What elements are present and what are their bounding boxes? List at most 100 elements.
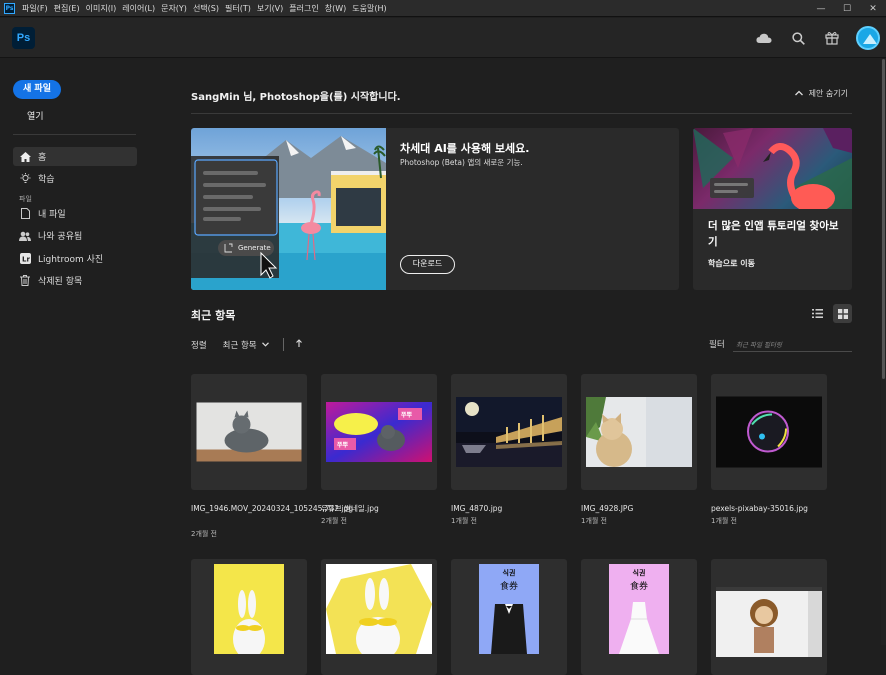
sort-value: 최근 항목 [222,340,257,351]
recent-title: 최근 항목 [191,309,236,322]
file-date: 1개월 전 [581,517,607,525]
go-to-learn-link[interactable]: 학습으로 이동 [708,258,755,269]
app-header: Ps [0,18,886,58]
gift-icon[interactable] [822,28,842,48]
trash-icon [19,275,31,287]
tutorial-image [693,128,852,209]
menu-image[interactable]: 이미지(I) [83,3,120,14]
divider [191,113,852,114]
banner-subtitle: Photoshop (Beta) 앱의 새로운 기능. [400,158,523,167]
sidebar-item-deleted[interactable]: 삭제된 항목 [13,271,137,290]
close-button[interactable]: ✕ [860,0,886,17]
sidebar-item-my-files[interactable]: 내 파일 [13,204,137,223]
tutorial-title: 더 많은 인앱 튜토리얼 찾아보기 [708,220,839,248]
lightbulb-icon [19,172,31,185]
sort-label: 정렬 [191,340,207,351]
file-name[interactable]: pexels-pixabay-35016.jpg [711,503,829,515]
sidebar-divider [13,134,136,135]
file-name[interactable]: IMG_4870.jpg [451,503,569,515]
sidebar-item-label: 나와 공유됨 [38,232,83,242]
file-thumbnail [716,396,822,468]
sidebar-item-learn[interactable]: 학습 [13,169,137,188]
sidebar: 새 파일 열기 홈 학습 파일 내 파일 나와 공유됨 Lr Lightroom… [0,59,150,645]
thumb-text: 쭈뿌 [337,442,349,449]
page-title: SangMin 님, Photoshop을(를) 시작합니다. [191,92,401,103]
menu-view[interactable]: 보기(V) [254,3,286,14]
photoshop-logo[interactable]: Ps [12,27,35,49]
svg-text:Lr: Lr [22,256,30,264]
home-main: SangMin 님, Photoshop을(를) 시작합니다. 제안 숨기기 G… [150,59,886,675]
recent-file-card[interactable] [451,374,567,490]
thumb-text: 쭈뿌 [401,412,413,419]
file-thumbnail [586,397,692,467]
sort-direction-icon[interactable] [295,339,302,350]
file-thumbnail: 식권 食券 [609,564,669,654]
filter-label: 필터 [709,340,725,350]
recent-file-card[interactable] [191,374,307,490]
recent-file-card[interactable] [711,374,827,490]
grid-view-button[interactable] [833,304,852,323]
recent-file-card[interactable] [321,559,437,675]
sidebar-item-lightroom[interactable]: Lr Lightroom 사진 [13,249,137,268]
open-button[interactable]: 열기 [27,109,44,122]
lightroom-icon: Lr [19,253,31,265]
recent-file-card[interactable]: 쭈뿌 쭈뿌 [321,374,437,490]
sidebar-item-label: 삭제된 항목 [38,277,83,287]
file-thumbnail [716,587,822,657]
minimize-button[interactable]: — [808,0,834,17]
thumb-text: 食券 [499,582,518,592]
recent-file-card[interactable]: 식권 食券 [581,559,697,675]
menu-plugins[interactable]: 플러그인 [286,3,321,14]
download-button[interactable]: 다운로드 [400,255,455,274]
file-thumbnail: 쭈뿌 쭈뿌 [326,402,432,462]
menu-help[interactable]: 도움말(H) [349,3,389,14]
avatar[interactable] [856,26,880,50]
menu-file[interactable]: 파일(F) [19,3,51,14]
thumb-text: 식권 [632,569,646,577]
sort-dropdown[interactable]: 최근 항목 [223,339,269,351]
home-icon [19,151,31,163]
menu-window[interactable]: 창(W) [322,3,350,14]
file-thumbnail [214,564,284,659]
file-name[interactable]: 유튜브 썸네일.jpg [321,503,439,515]
scrollbar-thumb[interactable] [882,59,885,379]
recent-file-card[interactable]: 식권 食券 [451,559,567,675]
banner-image: Generate [191,128,386,290]
photoshop-mini-icon: Ps [4,2,15,14]
list-view-button[interactable] [808,304,827,323]
file-date: 1개월 전 [711,517,737,525]
banner-title: 차세대 AI를 사용해 보세요. [400,142,530,155]
recent-file-card[interactable] [581,374,697,490]
sidebar-item-label: Lightroom 사진 [38,255,104,265]
sidebar-section-files: 파일 [19,195,32,203]
menu-edit[interactable]: 편집(E) [51,3,83,14]
menu-select[interactable]: 선택(S) [190,3,222,14]
menu-type[interactable]: 문자(Y) [158,3,190,14]
sidebar-item-label: 학습 [38,175,55,185]
hide-suggestions-label: 제안 숨기기 [808,89,848,98]
tutorial-card[interactable]: 더 많은 인앱 튜토리얼 찾아보기 학습으로 이동 [693,128,852,290]
file-thumbnail [456,397,562,467]
scrollbar[interactable] [881,59,886,645]
generate-label: Generate [238,244,271,252]
menu-filter[interactable]: 필터(T) [222,3,254,14]
menu-layer[interactable]: 레이어(L) [119,3,158,14]
sidebar-item-home[interactable]: 홈 [13,147,137,166]
sidebar-item-shared[interactable]: 나와 공유됨 [13,226,137,245]
file-date: 1개월 전 [451,517,477,525]
file-name[interactable]: IMG_1946.MOV_20240324_105245.732.jpg [191,503,353,515]
new-file-button[interactable]: 새 파일 [13,80,61,99]
menu-bar: Ps 파일(F) 편집(E) 이미지(I) 레이어(L) 문자(Y) 선택(S)… [0,0,886,17]
search-icon[interactable] [788,28,808,48]
chevron-down-icon [261,340,269,350]
hide-suggestions-button[interactable]: 제안 숨기기 [794,88,848,99]
maximize-button[interactable]: ☐ [834,0,860,17]
cloud-icon[interactable] [754,28,774,48]
file-thumbnail [196,402,302,462]
filter-input[interactable]: 최근 파일 필터링 [733,335,852,352]
chevron-up-icon [794,89,803,98]
recent-file-card[interactable] [711,559,827,675]
file-icon [19,208,31,220]
file-name[interactable]: IMG_4928.JPG [581,503,699,515]
recent-file-card[interactable] [191,559,307,675]
